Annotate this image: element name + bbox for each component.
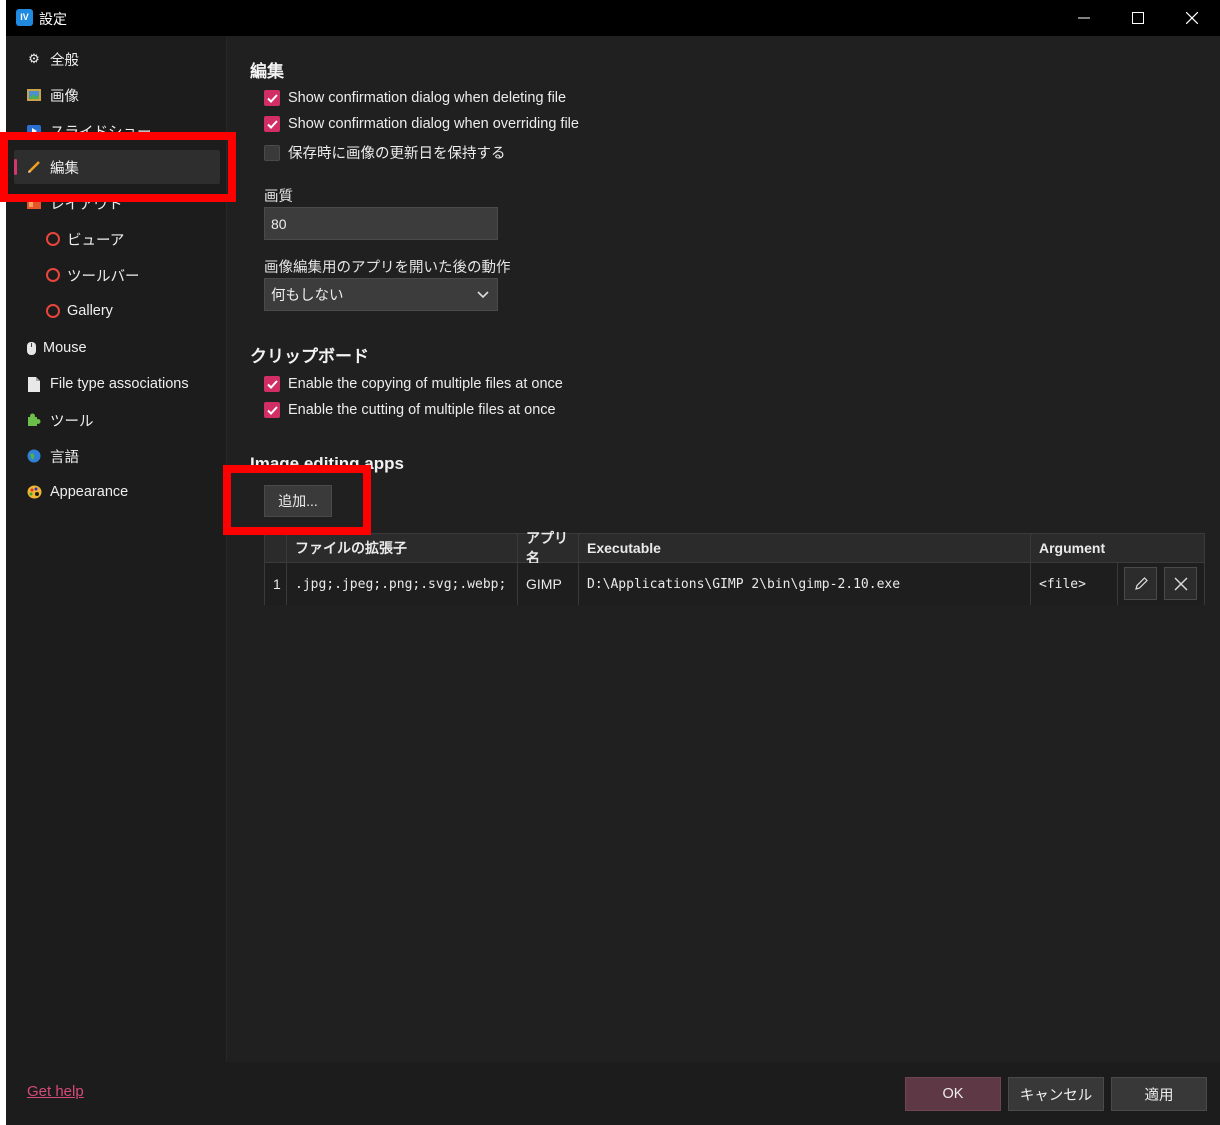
sidebar-item-viewer[interactable]: ビューア [46,222,124,256]
sidebar-item-label: ツール [50,413,94,430]
apps-table: ファイルの拡張子 アプリ名 Executable Argument 1 .jpg… [264,530,1205,605]
checkbox-label: Show confirmation dialog when deleting f… [288,90,567,106]
gear-icon: ⚙ [28,51,40,66]
sidebar-item-gallery[interactable]: Gallery [46,294,113,328]
checkbox-label: 保存時に画像の更新日を保持する [288,146,506,162]
palette-icon [26,484,42,500]
table-row-index: 1 [265,563,287,605]
sidebar-item-label: ツールバー [67,268,140,285]
sidebar-item-label: Mouse [43,340,87,356]
close-icon [1186,12,1198,24]
confirm-delete-checkbox[interactable]: Show confirmation dialog when deleting f… [264,90,566,106]
clipboard-section-title: クリップボード [250,347,369,366]
ring-icon [46,268,60,282]
table-cell-app-name[interactable]: GIMP [518,563,579,605]
checkbox-checked-icon [264,116,280,132]
sidebar-item-label: 画像 [50,88,79,105]
select-value: 何もしない [271,288,344,304]
confirm-override-checkbox[interactable]: Show confirmation dialog when overriding… [264,116,579,132]
title-bar: IV 設定 [6,0,1220,36]
ring-icon [46,232,60,246]
edit-app-button[interactable] [1124,567,1157,600]
checkbox-label: Enable the cutting of multiple files at … [288,402,556,418]
after-open-select[interactable]: 何もしない [264,278,498,311]
sidebar-item-label: 全般 [50,52,79,69]
pencil-icon [1134,576,1148,590]
multi-cut-checkbox[interactable]: Enable the cutting of multiple files at … [264,402,556,418]
after-open-label: 画像編集用のアプリを開いた後の動作 [264,260,511,276]
close-icon [1174,577,1187,590]
get-help-link[interactable]: Get help [27,1083,84,1100]
minimize-button[interactable] [1058,0,1110,36]
sidebar-item-mouse[interactable]: Mouse [26,331,87,365]
sidebar-item-label: Appearance [50,484,129,500]
table-header-argument[interactable]: Argument [1031,534,1204,563]
table-header-extension[interactable]: ファイルの拡張子 [287,534,518,563]
checkbox-label: Enable the copying of multiple files at … [288,376,563,392]
sidebar-item-general[interactable]: ⚙ 全般 [26,42,79,76]
cancel-button[interactable]: キャンセル [1008,1077,1104,1111]
delete-app-button[interactable] [1164,567,1197,600]
mouse-icon [26,340,36,356]
checkbox-checked-icon [264,402,280,418]
sidebar-item-label: Gallery [67,303,113,319]
minimize-icon [1078,17,1090,19]
maximize-button[interactable] [1112,0,1164,36]
sidebar-item-language[interactable]: 言語 [26,439,79,473]
sidebar-item-label: File type associations [50,376,189,392]
ok-button[interactable]: OK [905,1077,1001,1111]
image-icon [26,87,42,103]
sidebar-item-tools[interactable]: ツール [26,403,94,437]
sidebar-item-label: ビューア [67,232,125,249]
edit-section-title: 編集 [250,62,284,81]
globe-icon [26,448,42,464]
app-icon: IV [16,9,33,26]
sidebar-item-toolbar[interactable]: ツールバー [46,258,140,292]
quality-label: 画質 [264,189,293,205]
keep-modified-date-checkbox[interactable]: 保存時に画像の更新日を保持する [264,142,506,163]
quality-input[interactable] [264,207,498,240]
multi-copy-checkbox[interactable]: Enable the copying of multiple files at … [264,376,563,392]
table-header-index [265,534,287,563]
highlight-box-add [223,465,371,535]
close-button[interactable] [1166,0,1218,36]
apply-button[interactable]: 適用 [1111,1077,1207,1111]
sidebar-item-label: 言語 [50,449,79,466]
chevron-down-icon [477,290,489,298]
table-header-executable[interactable]: Executable [579,534,1031,563]
table-row-actions [1118,563,1204,605]
checkbox-checked-icon [264,90,280,106]
table-header-app-name[interactable]: アプリ名 [518,530,579,566]
table-cell-argument[interactable]: <file> [1031,563,1118,605]
checkbox-unchecked-icon [264,144,280,161]
sidebar-item-file-types[interactable]: File type associations [26,367,189,401]
window-title: 設定 [39,11,67,27]
file-icon [26,376,42,392]
checkbox-label: Show confirmation dialog when overriding… [288,116,579,132]
sidebar-item-appearance[interactable]: Appearance [26,475,128,509]
settings-content: 編集 Show confirmation dialog when deletin… [226,36,1220,1062]
puzzle-icon [26,412,42,428]
highlight-box-edit [0,132,236,202]
table-cell-executable[interactable]: D:\Applications\GIMP 2\bin\gimp-2.10.exe [579,563,1031,605]
maximize-icon [1132,12,1144,24]
ring-icon [46,304,60,318]
checkbox-checked-icon [264,376,280,392]
sidebar-item-image[interactable]: 画像 [26,78,79,112]
table-cell-extension[interactable]: .jpg;.jpeg;.png;.svg;.webp; [287,563,518,605]
